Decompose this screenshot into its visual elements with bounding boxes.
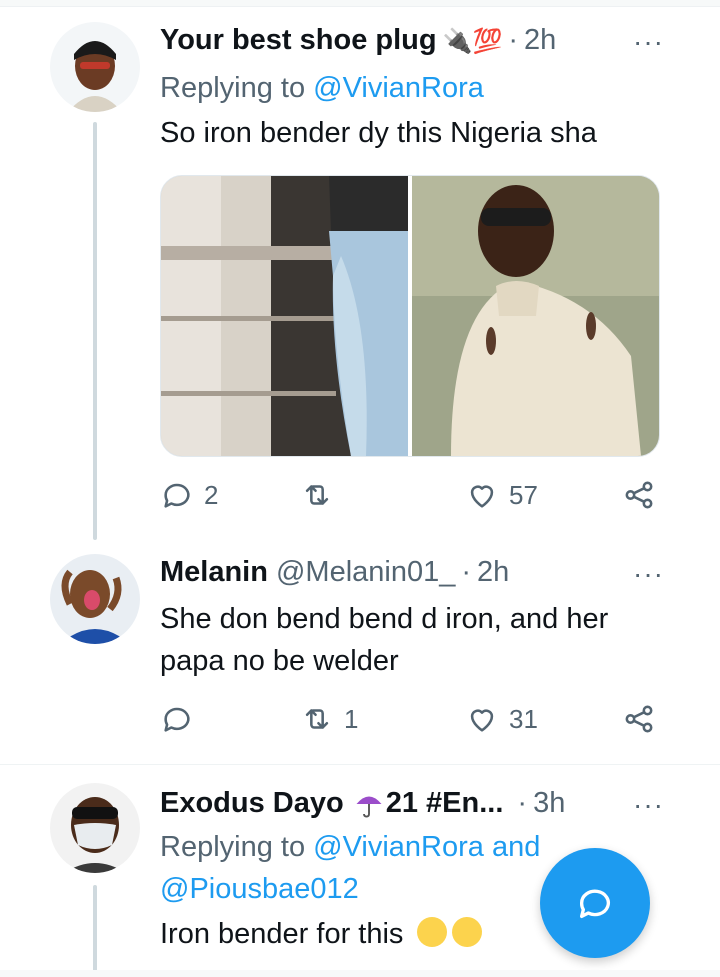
display-name[interactable]: Melanin — [160, 556, 268, 589]
separator: · — [508, 24, 519, 56]
display-name[interactable]: Exodus Dayo — [160, 787, 344, 820]
bottom-divider — [0, 970, 720, 977]
retweet-button[interactable] — [300, 478, 344, 512]
more-icon[interactable]: ··· — [633, 558, 664, 590]
more-icon[interactable]: ··· — [633, 26, 664, 58]
reply-button[interactable] — [160, 702, 204, 736]
mention-link[interactable]: @VivianRora — [313, 72, 484, 104]
share-icon — [625, 705, 653, 733]
tweet-header: Melanin @Melanin01_ · 2h — [160, 556, 509, 589]
display-name[interactable]: Your best shoe plug — [160, 24, 437, 57]
separator: · — [517, 787, 528, 819]
like-count: 57 — [509, 479, 538, 510]
mention-link[interactable]: @VivianRora and — [313, 831, 540, 863]
tweet-media[interactable] — [160, 175, 660, 457]
replying-prefix: Replying to — [160, 831, 306, 863]
reply-icon — [164, 707, 190, 732]
retweet-icon — [305, 709, 329, 729]
thread-line — [93, 885, 97, 977]
avatar[interactable] — [50, 22, 140, 112]
replying-to: Replying to @VivianRora — [160, 68, 484, 108]
compose-reply-icon — [579, 889, 610, 918]
replying-prefix: Replying to — [160, 72, 306, 104]
avatar-image — [50, 554, 140, 644]
timestamp[interactable]: 2h — [524, 24, 556, 57]
tweet-1[interactable]: Your best shoe plug 🔌💯 · 2h ··· Replying… — [0, 0, 720, 540]
heart-icon — [470, 485, 494, 508]
tweet-header: Exodus Dayo 21 #En... · 3h — [160, 787, 565, 820]
tweet-2[interactable]: Melanin @Melanin01_ · 2h ··· She don ben… — [0, 540, 720, 762]
timestamp[interactable]: 2h — [477, 556, 509, 589]
share-icon — [625, 481, 653, 509]
avatar[interactable] — [50, 783, 140, 873]
avatar-image — [50, 22, 140, 112]
rofl-emoji-icon — [446, 912, 487, 952]
like-count: 31 — [509, 703, 538, 734]
name-emoji: 🔌💯 — [442, 28, 503, 55]
display-name-suffix[interactable]: 21 #En... — [386, 787, 504, 820]
retweet-icon — [305, 485, 329, 505]
like-button[interactable]: 31 — [465, 702, 538, 736]
reply-count: 2 — [204, 479, 219, 510]
mention-link[interactable]: @Piousbae012 — [160, 873, 359, 905]
tweet-actions: 1 31 — [160, 702, 660, 742]
heart-icon — [470, 709, 494, 732]
handle[interactable]: @Melanin01_ — [276, 556, 455, 589]
tweet-header: Your best shoe plug 🔌💯 · 2h — [160, 24, 556, 57]
avatar[interactable] — [50, 554, 140, 644]
tweet-actions: 2 57 — [160, 478, 660, 518]
retweet-count: 1 — [344, 703, 359, 734]
laughing-emoji-icon — [417, 917, 448, 947]
replying-to-2: @Piousbae012 — [160, 869, 359, 909]
more-icon[interactable]: ··· — [633, 789, 664, 821]
replying-to: Replying to @VivianRora and — [160, 827, 540, 867]
avatar-image — [50, 783, 140, 873]
compose-reply-button[interactable] — [540, 848, 650, 958]
timestamp[interactable]: 3h — [533, 787, 565, 820]
share-button[interactable] — [622, 702, 666, 736]
thread-line — [93, 122, 97, 540]
umbrella-icon — [356, 796, 382, 817]
separator: · — [461, 556, 472, 588]
tweet-text-content: Iron bender for this — [160, 918, 404, 950]
retweet-button[interactable]: 1 — [300, 702, 358, 736]
tweet-text: So iron bender dy this Nigeria sha — [160, 117, 597, 149]
media-images[interactable] — [161, 176, 659, 456]
reply-button[interactable]: 2 — [160, 478, 218, 512]
tweet-text: She don bend bend d iron, and her papa n… — [160, 603, 609, 677]
share-button[interactable] — [622, 478, 666, 512]
reply-icon — [164, 483, 190, 508]
like-button[interactable]: 57 — [465, 478, 538, 512]
